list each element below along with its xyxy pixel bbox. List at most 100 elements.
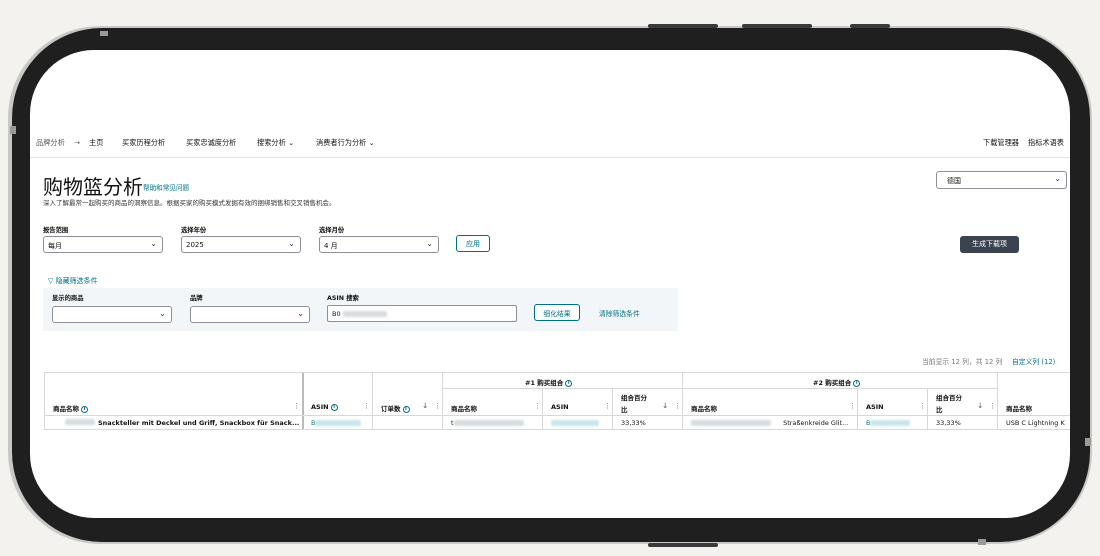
col-label: 比 <box>621 406 628 414</box>
redacted-text <box>315 420 362 426</box>
nav-item-search-analysis[interactable]: 搜索分析 ⌄ <box>257 138 294 148</box>
redacted-text <box>691 420 771 426</box>
group2-header: #2 购买组合 i <box>813 377 861 387</box>
nav-item-consumer-behavior[interactable]: 消费者行为分析 ⌄ <box>316 138 375 148</box>
hide-filters-label: 隐藏筛选条件 <box>55 277 98 285</box>
cell-g2-text: Straßenkreide Glit... <box>783 419 849 427</box>
redacted-text <box>870 420 911 426</box>
column-menu-icon[interactable]: ⋮ <box>434 402 441 410</box>
hide-filters-toggle[interactable]: ▽ 隐藏筛选条件 <box>48 276 98 286</box>
col-header-g2-asin[interactable]: ASIN <box>866 403 884 411</box>
info-icon[interactable]: i <box>81 405 88 413</box>
col-header-g3-product[interactable]: 商品名称 <box>1006 403 1032 413</box>
col-header-g1-product[interactable]: 商品名称 <box>451 403 477 413</box>
cell-g1-product[interactable]: t <box>451 419 524 427</box>
column-menu-icon[interactable]: ⋮ <box>989 402 996 410</box>
sort-down-icon[interactable]: ↓ <box>662 401 668 410</box>
asin-search-input[interactable]: B0 <box>327 305 517 322</box>
cell-g3-product[interactable]: USB C Lightning K <box>1006 419 1065 427</box>
refine-results-button[interactable]: 细化结果 <box>534 304 580 321</box>
info-icon[interactable]: i <box>330 403 338 411</box>
help-link[interactable]: 帮助和常见问题 <box>143 182 189 192</box>
cell-product-name[interactable]: Snackteller mit Deckel und Griff, Snackb… <box>98 419 299 427</box>
cell-asin[interactable]: B <box>311 419 362 427</box>
redacted-text <box>551 420 599 426</box>
month-label: 选择月份 <box>319 227 345 234</box>
group2-label: #2 购买组合 <box>813 379 852 387</box>
col-header-asin[interactable]: ASIN i <box>311 403 338 411</box>
asin-search-label: ASIN 搜索 <box>327 295 359 302</box>
column-menu-icon[interactable]: ⋮ <box>363 402 370 410</box>
asin-search-value: B0 <box>332 310 341 318</box>
cell-g1-asin[interactable] <box>551 419 599 427</box>
redacted-text <box>453 420 524 426</box>
volume-button <box>648 24 718 28</box>
col-header-product-name[interactable]: 商品名称 i <box>53 403 88 413</box>
side-button <box>978 539 986 545</box>
bottom-button <box>648 543 718 547</box>
nav-breadcrumb[interactable]: 品牌分析 <box>36 138 65 148</box>
nav-item-label: 消费者行为分析 <box>316 138 367 147</box>
col-label: 组合百分 <box>621 394 647 402</box>
col-label: 组合百分 <box>936 394 962 402</box>
col-header-g1-pct[interactable]: 组合百分比 <box>621 392 647 414</box>
products-label: 显示的商品 <box>52 295 84 302</box>
customize-columns-link[interactable]: 自定义列 (12) <box>1012 356 1055 366</box>
cell-g2-pct: 33,33% <box>936 419 961 427</box>
column-menu-icon[interactable]: ⋮ <box>919 402 926 410</box>
chevron-down-icon: ⌄ <box>368 138 375 147</box>
filter-triangle-icon: ▽ <box>48 277 54 285</box>
column-menu-icon[interactable]: ⋮ <box>604 402 611 410</box>
nav-home[interactable]: 主页 <box>89 138 103 148</box>
year-value: 2025 <box>186 241 204 249</box>
col-label: 订单数 <box>381 405 401 413</box>
info-icon[interactable]: i <box>565 379 573 387</box>
chevron-down-icon: ⌄ <box>150 239 157 248</box>
nav-item-buyer-loyalty[interactable]: 买家忠诚度分析 <box>186 138 236 148</box>
sort-down-icon[interactable]: ↓ <box>422 401 428 410</box>
columns-shown-text: 当前显示 12 列，共 12 列 <box>922 358 1003 366</box>
info-icon[interactable]: i <box>402 405 410 413</box>
page-subtitle: 深入了解最常一起购买的商品的洞察信息。根据买家的购买模式发掘有效的捆绑销售和交叉… <box>43 199 336 207</box>
col-label: ASIN <box>311 403 329 411</box>
column-menu-icon[interactable]: ⋮ <box>849 402 856 410</box>
month-value: 4 月 <box>324 242 338 250</box>
month-select[interactable]: 4 月 ⌄ <box>319 236 439 253</box>
column-menu-icon[interactable]: ⋮ <box>534 402 541 410</box>
generate-download-button[interactable]: 生成下载项 <box>960 236 1019 253</box>
sort-down-icon[interactable]: ↓ <box>977 401 983 410</box>
range-select[interactable]: 每月 ⌄ <box>43 236 163 253</box>
column-menu-icon[interactable]: ⋮ <box>293 402 300 410</box>
download-manager-link[interactable]: 下载管理器 <box>983 138 1019 148</box>
side-button <box>10 126 16 134</box>
col-header-g1-asin[interactable]: ASIN <box>551 403 569 411</box>
apply-button[interactable]: 应用 <box>456 235 490 252</box>
col-header-orders[interactable]: 订单数 i <box>381 403 410 413</box>
country-select[interactable]: 德国 ⌄ <box>936 171 1067 189</box>
screen: 品牌分析 → 主页 买家历程分析 买家忠诚度分析 搜索分析 ⌄ 消费者行为分析 … <box>30 50 1070 518</box>
col-header-g2-product[interactable]: 商品名称 <box>691 403 717 413</box>
info-icon[interactable]: i <box>853 379 861 387</box>
column-menu-icon[interactable]: ⋮ <box>674 402 681 410</box>
side-button <box>1085 438 1091 446</box>
range-label: 报告范围 <box>43 227 69 234</box>
chevron-down-icon: ⌄ <box>1054 174 1061 183</box>
range-value: 每月 <box>48 242 62 250</box>
chevron-down-icon: ⌄ <box>426 239 433 248</box>
products-select[interactable]: ⌄ <box>52 306 172 323</box>
col-header-g2-pct[interactable]: 组合百分比 <box>936 392 962 414</box>
nav-item-buyer-journey[interactable]: 买家历程分析 <box>122 138 165 148</box>
cell-g2-product[interactable]: Straßenkreide Glit... <box>691 419 848 427</box>
cell-g1-pct: 33,33% <box>621 419 646 427</box>
year-label: 选择年份 <box>181 227 207 234</box>
clear-filters-link[interactable]: 清除筛选条件 <box>599 308 640 318</box>
top-nav: 品牌分析 → 主页 买家历程分析 买家忠诚度分析 搜索分析 ⌄ 消费者行为分析 … <box>30 136 1070 158</box>
brand-select[interactable]: ⌄ <box>190 306 310 323</box>
country-value: 德国 <box>947 177 961 185</box>
glossary-link[interactable]: 指标术语表 <box>1028 138 1064 148</box>
col-label: 商品名称 <box>53 405 79 413</box>
brand-label: 品牌 <box>190 295 203 302</box>
cell-g2-asin[interactable]: B <box>866 419 911 427</box>
year-select[interactable]: 2025 ⌄ <box>181 236 301 253</box>
volume-button <box>742 24 812 28</box>
